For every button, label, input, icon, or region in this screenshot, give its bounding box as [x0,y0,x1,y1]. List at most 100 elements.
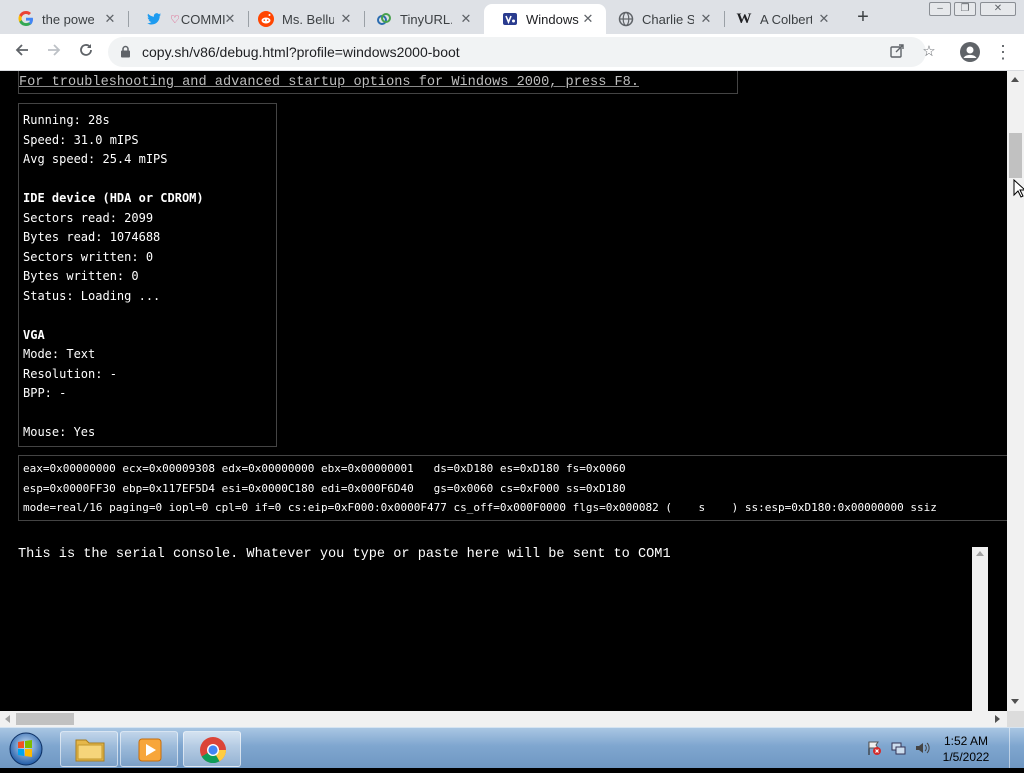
page-horizontal-scrollbar[interactable] [0,711,1007,727]
media-player-icon [138,738,162,762]
tab-title: A Colbert [760,11,812,27]
chrome-taskbar-button[interactable] [183,731,241,767]
stat-mouse: Mouse: Yes [23,425,96,439]
close-tab-icon[interactable]: ✕ [222,11,238,27]
stat-bytes-read: Bytes read: 1074688 [23,230,161,244]
tab-google[interactable]: the power ✕ [0,4,128,34]
stat-avg-speed: Avg speed: 25.4 mIPS [23,152,168,166]
back-button[interactable] [10,40,34,64]
scroll-left-arrow-icon[interactable] [5,715,10,723]
ide-section-heading: IDE device (HDA or CDROM) [23,191,204,205]
tab-title: the power [42,11,94,27]
reddit-icon [258,11,274,27]
start-button[interactable] [4,730,44,768]
scrollbar-thumb[interactable] [1009,133,1022,178]
tab-strip: the power ✕ ♡ COMMI ✕ Ms. Bellum ✕ TinyU… [0,0,1024,34]
vga-text-screen[interactable]: For troubleshooting and advanced startup… [18,71,738,94]
stat-resolution: Resolution: - [23,366,117,381]
close-window-button[interactable]: ✕ [980,2,1016,16]
stat-bpp: BPP: - [23,386,67,400]
windows-taskbar: 1:52 AM 1/5/2022 [0,727,1024,768]
tab-title: Charlie Sc [642,11,694,27]
more-menu-icon[interactable]: ⋮ [994,40,1012,64]
twitter-icon [146,11,162,27]
register-line: esp=0x0000FF30 ebp=0x117EF5D4 esi=0x0000… [23,481,626,495]
vga-section-heading: VGA [23,327,45,342]
profile-avatar-icon[interactable] [960,42,980,62]
stat-speed: Speed: 31.0 mIPS [23,132,139,147]
reload-icon [80,44,92,56]
browser-toolbar: copy.sh/v86/debug.html?profile=windows20… [0,34,1024,71]
cpu-registers-panel: eax=0x00000000 ecx=0x00009308 edx=0x0000… [18,455,1007,521]
stat-running: Running: 28s [23,113,110,127]
close-tab-icon[interactable]: ✕ [816,11,832,27]
tab-windows-active[interactable]: Windows ✕ [484,4,606,34]
restore-button[interactable]: ❐ [954,2,976,16]
windows-start-orb-icon [9,732,43,766]
tab-wikipedia[interactable]: W A Colbert ✕ [718,4,842,34]
tab-title: TinyURL.c [400,11,452,27]
close-tab-icon[interactable]: ✕ [458,11,474,27]
close-tab-icon[interactable]: ✕ [698,11,714,27]
tab-charlie[interactable]: Charlie Sc ✕ [600,4,724,34]
stat-sectors-written: Sectors written: 0 [23,249,154,264]
v86-icon [502,11,518,27]
network-icon[interactable] [890,740,906,756]
url-text: copy.sh/v86/debug.html?profile=windows20… [142,44,460,60]
tab-tinyurl[interactable]: TinyURL.c ✕ [358,4,484,34]
tab-title: Ms. Bellum [282,11,334,27]
tab-reddit[interactable]: Ms. Bellum ✕ [240,4,364,34]
register-line: eax=0x00000000 ecx=0x00009308 edx=0x0000… [23,462,626,475]
folder-icon [75,739,105,762]
stat-status: Status: Loading ... [23,288,161,303]
clock-time: 1:52 AM [943,734,989,748]
action-center-flag-icon[interactable] [866,740,882,756]
reload-button[interactable] [74,40,98,64]
globe-icon [618,11,634,27]
lock-icon [120,45,131,63]
tab-title: Windows [526,11,579,27]
close-tab-icon[interactable]: ✕ [580,11,596,27]
serial-console-scrollbar[interactable] [972,547,988,711]
scrollbar-thumb[interactable] [16,713,74,725]
heart-icon: ♡ [170,13,180,26]
scroll-down-arrow-icon[interactable] [1011,699,1019,704]
bookmark-star-icon[interactable]: ☆ [920,43,938,61]
address-bar[interactable]: copy.sh/v86/debug.html?profile=windows20… [108,37,936,67]
close-tab-icon[interactable]: ✕ [102,11,118,27]
new-tab-button[interactable]: + [852,6,874,28]
show-desktop-button[interactable] [1009,728,1024,768]
explorer-taskbar-button[interactable] [60,731,118,767]
scroll-right-arrow-icon[interactable] [995,715,1000,723]
tab-twitter[interactable]: ♡ COMMI ✕ [128,4,248,34]
scrollbar-corner [1007,711,1024,727]
arrow-left-icon [15,44,28,56]
close-tab-icon[interactable]: ✕ [338,11,354,27]
scroll-up-arrow-icon[interactable] [976,551,984,556]
page-content: For troubleshooting and advanced startup… [0,71,1007,711]
minimize-button[interactable]: – [929,2,951,16]
mouse-cursor-icon [1013,179,1024,198]
arrow-right-icon [48,44,61,56]
tab-title: COMMI [180,11,225,27]
tinyurl-icon [376,11,392,27]
forward-button[interactable] [42,40,66,64]
system-clock[interactable]: 1:52 AM 1/5/2022 [938,733,994,765]
google-icon [18,11,34,27]
clock-date: 1/5/2022 [942,750,990,764]
stat-mode: Mode: Text [23,347,96,361]
stat-bytes-written: Bytes written: 0 [23,269,139,283]
register-line: mode=real/16 paging=0 iopl=0 cpl=0 if=0 … [23,501,937,514]
serial-console[interactable]: This is the serial console. Whatever you… [18,547,972,711]
scroll-up-arrow-icon[interactable] [1011,77,1019,82]
wikipedia-icon: W [736,10,752,27]
volume-icon[interactable] [914,740,930,756]
debug-stats-panel: Running: 28s Speed: 31.0 mIPS Avg speed:… [18,103,277,447]
media-player-taskbar-button[interactable] [120,731,178,767]
boot-message: For troubleshooting and advanced startup… [19,75,639,90]
stat-sectors-read: Sectors read: 2099 [23,210,154,225]
share-icon[interactable] [888,43,906,61]
serial-console-text: This is the serial console. Whatever you… [18,547,671,562]
chrome-icon [200,737,227,764]
page-vertical-scrollbar[interactable] [1007,71,1024,711]
